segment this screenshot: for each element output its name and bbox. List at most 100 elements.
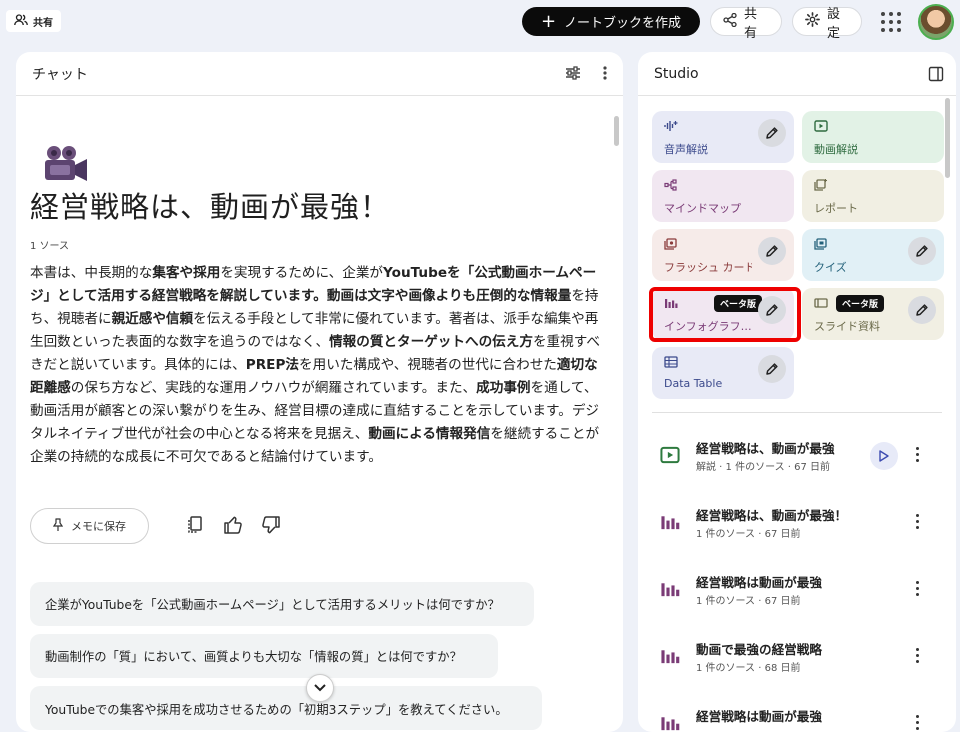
thumbs-down-icon[interactable] bbox=[260, 514, 282, 536]
save-to-note-button[interactable]: メモに保存 bbox=[30, 508, 149, 544]
notebook-title: 経営戦略は、動画が最強！ bbox=[30, 190, 391, 224]
report-icon bbox=[814, 179, 828, 191]
copy-icon[interactable] bbox=[184, 514, 206, 536]
apps-grid-icon[interactable] bbox=[881, 12, 901, 32]
studio-tile-audio-wave[interactable]: 音声解説 bbox=[652, 111, 794, 163]
video-play-icon bbox=[814, 120, 828, 132]
edit-pencil-icon[interactable] bbox=[758, 237, 786, 265]
more-vert-icon[interactable] bbox=[603, 65, 607, 85]
more-vert-icon[interactable] bbox=[908, 511, 926, 531]
summary-emphasis: 情報の質とターゲットへの伝え方 bbox=[329, 334, 533, 350]
note-title: 経営戦略は動画が最強 bbox=[696, 709, 822, 724]
suggested-question-3[interactable]: YouTubeでの集客や採用を成功させるための「初期3ステップ」を教えてください… bbox=[30, 686, 542, 730]
studio-tile-label: クイズ bbox=[814, 261, 847, 274]
infographic-icon bbox=[660, 513, 680, 531]
summary-text: を実現するために、企業が bbox=[220, 265, 384, 281]
note-title: 経営戦略は動画が最強 bbox=[696, 575, 822, 590]
note-subtitle: 1 件のソース · 67 日前 bbox=[696, 596, 801, 607]
studio-tile-flashcard[interactable]: フラッシュ カード bbox=[652, 229, 794, 281]
chat-header-title: チャット bbox=[32, 66, 88, 83]
scroll-down-button[interactable] bbox=[306, 674, 334, 702]
studio-panel: Studio 音声解説 動画解説 マインドマップ レポート フラッシュ カード クイズ イン… bbox=[638, 52, 956, 732]
note-subtitle: 1 件のソース · 67 日前 bbox=[696, 529, 801, 540]
summary-text: を用いた構成や、視聴者の世代に合わせた bbox=[299, 357, 557, 373]
thumbs-up-icon[interactable] bbox=[222, 514, 244, 536]
quiz-icon bbox=[814, 238, 828, 250]
summary-emphasis: 動画による情報発信 bbox=[368, 426, 491, 442]
infographic-icon bbox=[660, 647, 680, 665]
studio-note-item[interactable]: 経営戦略は動画が最強 bbox=[638, 694, 956, 732]
avatar[interactable] bbox=[918, 4, 954, 40]
summary-text: の保ち方など、実践的な運用ノウハウが網羅されています。また、 bbox=[70, 380, 477, 396]
edit-pencil-icon[interactable] bbox=[908, 237, 936, 265]
suggested-question-2[interactable]: 動画制作の「質」において、画質よりも大切な「情報の質」とは何ですか？ bbox=[30, 634, 498, 678]
people-icon bbox=[14, 13, 28, 29]
more-vert-icon[interactable] bbox=[908, 578, 926, 598]
studio-note-item[interactable]: 経営戦略は、動画が最強解説 · 1 件のソース · 67 日前 bbox=[638, 426, 956, 492]
edit-pencil-icon[interactable] bbox=[758, 119, 786, 147]
beta-badge: ベータ版 bbox=[836, 295, 885, 312]
tune-icon[interactable] bbox=[565, 65, 581, 85]
summary-emphasis: 動画は文字や画像よりも圧倒的な情報量 bbox=[326, 288, 572, 304]
more-vert-icon[interactable] bbox=[908, 645, 926, 665]
infographic-icon bbox=[660, 714, 680, 732]
studio-tile-label: フラッシュ カード bbox=[664, 261, 752, 274]
studio-tile-label: レポート bbox=[814, 202, 858, 215]
note-subtitle: 1 件のソース · 68 日前 bbox=[696, 663, 801, 674]
save-to-note-label: メモに保存 bbox=[71, 520, 126, 533]
studio-note-item[interactable]: 経営戦略は動画が最強 1 件のソース · 67 日前 bbox=[638, 560, 956, 626]
chat-header: チャット bbox=[16, 52, 623, 96]
studio-tile-table[interactable]: Data Table bbox=[652, 347, 794, 399]
top-bar: 共有 + ノートブックを作成 共有 設定 bbox=[0, 0, 960, 44]
source-count: 1 ソース bbox=[30, 241, 70, 252]
play-icon[interactable] bbox=[870, 442, 898, 470]
settings-button[interactable]: 設定 bbox=[792, 7, 862, 41]
edit-pencil-icon[interactable] bbox=[758, 355, 786, 383]
divider bbox=[652, 412, 942, 413]
more-vert-icon[interactable] bbox=[908, 712, 926, 732]
table-icon bbox=[664, 356, 678, 368]
studio-tile-mindmap[interactable]: マインドマップ bbox=[652, 170, 794, 222]
note-subtitle: 解説 · 1 件のソース · 67 日前 bbox=[696, 462, 831, 473]
summary-text: 本書は、中長期的な bbox=[30, 265, 153, 281]
studio-tile-slides[interactable]: スライド資料 ベータ版 bbox=[802, 288, 944, 340]
chat-panel: チャット 経営戦略は、動画が最強！ 1 ソース 本書は、中長期的な集客や採用を実… bbox=[16, 52, 623, 732]
studio-tile-label: 音声解説 bbox=[664, 143, 708, 156]
studio-tile-label: マインドマップ bbox=[664, 202, 741, 215]
studio-tile-video-play[interactable]: 動画解説 bbox=[802, 111, 944, 163]
plus-icon: + bbox=[540, 10, 557, 32]
studio-tile-report[interactable]: レポート bbox=[802, 170, 944, 222]
notebook-summary: 本書は、中長期的な集客や採用を実現するために、企業がYouTubeを「公式動画ホ… bbox=[30, 262, 602, 469]
summary-emphasis: 集客や採用 bbox=[152, 265, 221, 281]
share-chip[interactable]: 共有 bbox=[6, 10, 61, 32]
collapse-panel-icon[interactable] bbox=[928, 66, 944, 86]
flashcard-icon bbox=[664, 238, 678, 250]
studio-header: Studio bbox=[638, 52, 956, 96]
studio-note-item[interactable]: 経営戦略は、動画が最強！ 1 件のソース · 67 日前 bbox=[638, 493, 956, 559]
create-notebook-button[interactable]: + ノートブックを作成 bbox=[522, 7, 700, 36]
audio-wave-icon bbox=[664, 120, 678, 132]
note-title: 動画で最強の経営戦略 bbox=[696, 642, 822, 657]
share-button-label: 共有 bbox=[744, 6, 758, 41]
movie-camera-icon bbox=[42, 144, 90, 184]
studio-tile-label: スライド資料 bbox=[814, 320, 880, 333]
summary-emphasis: 成功事例 bbox=[476, 380, 531, 396]
chat-scrollbar[interactable] bbox=[614, 116, 619, 146]
note-title: 経営戦略は、動画が最強！ bbox=[696, 508, 848, 523]
more-vert-icon[interactable] bbox=[908, 444, 926, 464]
note-title: 経営戦略は、動画が最強 bbox=[696, 441, 835, 456]
gear-icon bbox=[805, 12, 820, 31]
chevron-down-icon bbox=[314, 684, 326, 692]
response-actions: メモに保存 bbox=[30, 508, 430, 546]
video-play-icon bbox=[660, 446, 680, 464]
studio-note-item[interactable]: 動画で最強の経営戦略 1 件のソース · 68 日前 bbox=[638, 627, 956, 693]
studio-tile-label: Data Table bbox=[664, 377, 723, 390]
settings-button-label: 設定 bbox=[827, 6, 841, 41]
summary-emphasis: PREP法 bbox=[245, 357, 300, 373]
studio-tile-quiz[interactable]: クイズ bbox=[802, 229, 944, 281]
share-button[interactable]: 共有 bbox=[710, 7, 782, 41]
studio-header-title: Studio bbox=[654, 65, 699, 82]
suggested-question-1[interactable]: 企業がYouTubeを「公式動画ホームページ」として活用するメリットは何ですか？ bbox=[30, 582, 534, 626]
edit-pencil-icon[interactable] bbox=[908, 296, 936, 324]
studio-scrollbar[interactable] bbox=[945, 98, 950, 178]
